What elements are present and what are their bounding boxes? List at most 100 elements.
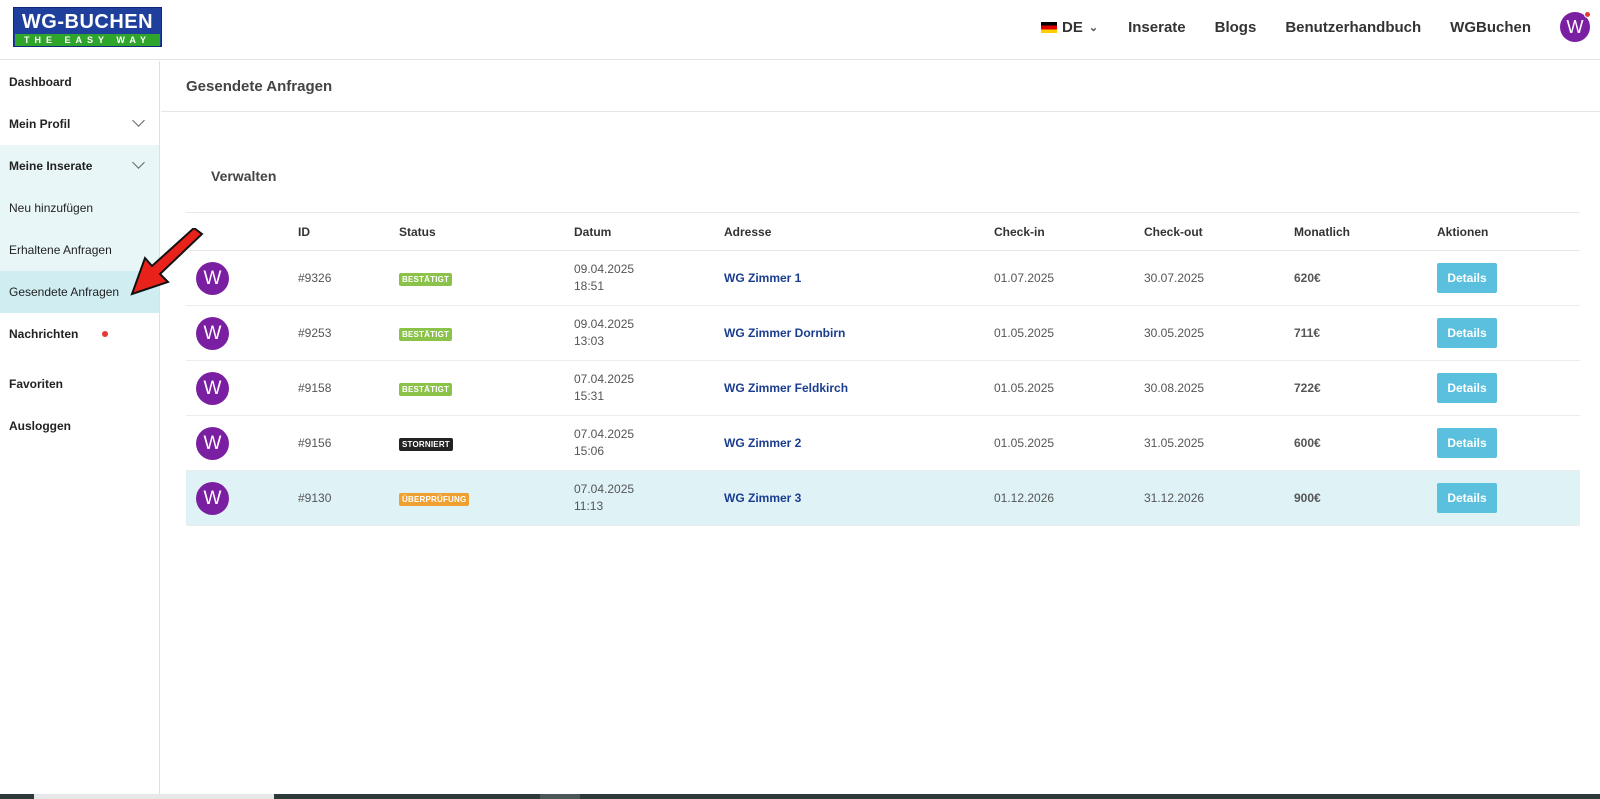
logo-title: WG-BUCHEN bbox=[21, 11, 154, 33]
sidebar-item-ausloggen[interactable]: Ausloggen bbox=[0, 405, 159, 447]
user-avatar[interactable]: W bbox=[1560, 11, 1591, 42]
sidebar-item-label: Favoriten bbox=[9, 377, 64, 391]
time-value: 18:51 bbox=[574, 279, 605, 293]
status-badge: BESTÄTIGT bbox=[399, 272, 453, 286]
logo-tagline: THE EASY WAY bbox=[15, 34, 160, 46]
page-title: Gesendete Anfragen bbox=[186, 78, 333, 95]
cell-avatar: W bbox=[186, 305, 298, 361]
cell-aktionen: Details bbox=[1437, 470, 1580, 526]
cell-checkout: 30.07.2025 bbox=[1144, 250, 1294, 306]
table-row: W #9130 ÜBERPRÜFUNG 07.04.2025 11:13 WG Z… bbox=[186, 470, 1580, 526]
status-badge: ÜBERPRÜFUNG bbox=[399, 492, 470, 506]
time-value: 11:13 bbox=[574, 499, 604, 513]
cell-datum: 09.04.2025 18:51 bbox=[574, 250, 724, 306]
divider bbox=[161, 111, 1600, 112]
cell-adresse: WG Zimmer Feldkirch bbox=[724, 360, 994, 416]
chevron-down-icon bbox=[132, 114, 145, 127]
top-header: WG-BUCHEN THE EASY WAY DE ⌄ Inserate Blo… bbox=[0, 0, 1600, 60]
sidebar-item-meine-inserate[interactable]: Meine Inserate bbox=[0, 145, 159, 187]
cell-monatlich: 900€ bbox=[1294, 470, 1437, 526]
status-badge: BESTÄTIGT bbox=[399, 327, 453, 341]
site-logo[interactable]: WG-BUCHEN THE EASY WAY bbox=[13, 7, 162, 47]
time-value: 15:31 bbox=[574, 389, 605, 403]
details-button[interactable]: Details bbox=[1437, 373, 1497, 403]
sidebar-item-dashboard[interactable]: Dashboard bbox=[0, 61, 159, 103]
avatar: W bbox=[196, 261, 229, 295]
cell-monatlich: 600€ bbox=[1294, 415, 1437, 471]
details-button[interactable]: Details bbox=[1437, 318, 1497, 348]
nav-link-benutzerhandbuch[interactable]: Benutzerhandbuch bbox=[1285, 19, 1421, 36]
column-header-checkin: Check-in bbox=[994, 212, 1144, 251]
cell-status: BESTÄTIGT bbox=[399, 250, 574, 306]
avatar: W bbox=[196, 481, 229, 515]
cell-avatar: W bbox=[186, 470, 298, 526]
avatar: W bbox=[196, 316, 229, 350]
cell-status: STORNIERT bbox=[399, 415, 574, 471]
sidebar-item-label: Gesendete Anfragen bbox=[9, 285, 120, 299]
column-header-aktionen: Aktionen bbox=[1437, 212, 1580, 251]
cell-adresse: WG Zimmer Dornbirn bbox=[724, 305, 994, 361]
scrollbar-segment bbox=[540, 794, 580, 799]
sidebar-item-nachrichten[interactable]: Nachrichten bbox=[0, 313, 159, 355]
cell-checkin: 01.12.2026 bbox=[994, 470, 1144, 526]
nav-link-blogs[interactable]: Blogs bbox=[1215, 19, 1257, 36]
table-row: W #9253 BESTÄTIGT 09.04.2025 13:03 WG Zim… bbox=[186, 305, 1580, 361]
date-value: 09.04.2025 bbox=[574, 262, 635, 276]
nav-link-inserate[interactable]: Inserate bbox=[1128, 19, 1186, 36]
cell-id: #9326 bbox=[298, 250, 399, 306]
cell-checkout: 30.08.2025 bbox=[1144, 360, 1294, 416]
language-label: DE bbox=[1062, 18, 1083, 36]
sidebar-item-favoriten[interactable]: Favoriten bbox=[0, 363, 159, 405]
top-nav: DE ⌄ Inserate Blogs Benutzerhandbuch WGB… bbox=[1041, 0, 1591, 54]
details-button[interactable]: Details bbox=[1437, 428, 1497, 458]
sidebar-item-label: Erhaltene Anfragen bbox=[9, 243, 112, 257]
sidebar-item-label: Neu hinzufügen bbox=[9, 201, 94, 215]
avatar: W bbox=[196, 371, 229, 405]
cell-datum: 09.04.2025 13:03 bbox=[574, 305, 724, 361]
column-header-checkout: Check-out bbox=[1144, 212, 1294, 251]
address-link[interactable]: WG Zimmer Feldkirch bbox=[724, 381, 848, 395]
cell-status: BESTÄTIGT bbox=[399, 305, 574, 361]
details-button[interactable]: Details bbox=[1437, 483, 1497, 513]
details-button[interactable]: Details bbox=[1437, 263, 1497, 293]
column-header-monatlich: Monatlich bbox=[1294, 212, 1437, 251]
sidebar-item-label: Ausloggen bbox=[9, 419, 71, 433]
column-header-avatar bbox=[186, 212, 298, 251]
unread-dot bbox=[102, 331, 108, 337]
cell-monatlich: 711€ bbox=[1294, 305, 1437, 361]
column-header-adresse: Adresse bbox=[724, 212, 994, 251]
cell-checkin: 01.05.2025 bbox=[994, 415, 1144, 471]
language-selector[interactable]: DE ⌄ bbox=[1041, 19, 1098, 36]
section-title: Verwalten bbox=[211, 168, 277, 184]
cell-monatlich: 620€ bbox=[1294, 250, 1437, 306]
chevron-down-icon bbox=[132, 156, 145, 169]
notification-dot bbox=[1584, 11, 1591, 18]
sidebar: Dashboard Mein Profil Meine Inserate Neu… bbox=[0, 61, 160, 794]
date-value: 09.04.2025 bbox=[574, 317, 635, 331]
scrollbar-thumb[interactable] bbox=[34, 794, 274, 799]
chevron-down-icon: ⌄ bbox=[1088, 21, 1099, 34]
address-link[interactable]: WG Zimmer 3 bbox=[724, 491, 801, 505]
sidebar-item-neu-hinzufuegen[interactable]: Neu hinzufügen bbox=[0, 187, 159, 229]
status-badge: BESTÄTIGT bbox=[399, 382, 453, 396]
table-row: W #9158 BESTÄTIGT 07.04.2025 15:31 WG Zim… bbox=[186, 360, 1580, 416]
cell-adresse: WG Zimmer 1 bbox=[724, 250, 994, 306]
table-row: W #9326 BESTÄTIGT 09.04.2025 18:51 WG Zim… bbox=[186, 250, 1580, 306]
cell-status: ÜBERPRÜFUNG bbox=[399, 470, 574, 526]
sidebar-item-mein-profil[interactable]: Mein Profil bbox=[0, 103, 159, 145]
date-value: 07.04.2025 bbox=[574, 427, 635, 441]
cell-checkin: 01.05.2025 bbox=[994, 305, 1144, 361]
cell-aktionen: Details bbox=[1437, 360, 1580, 416]
cell-checkout: 30.05.2025 bbox=[1144, 305, 1294, 361]
nav-link-wgbuchen[interactable]: WGBuchen bbox=[1450, 19, 1531, 36]
time-value: 15:06 bbox=[574, 444, 605, 458]
cell-checkout: 31.12.2026 bbox=[1144, 470, 1294, 526]
address-link[interactable]: WG Zimmer Dornbirn bbox=[724, 326, 845, 340]
cell-avatar: W bbox=[186, 415, 298, 471]
cell-id: #9158 bbox=[298, 360, 399, 416]
cell-checkin: 01.05.2025 bbox=[994, 360, 1144, 416]
cell-checkin: 01.07.2025 bbox=[994, 250, 1144, 306]
address-link[interactable]: WG Zimmer 1 bbox=[724, 271, 801, 285]
bottom-scrollbar bbox=[0, 794, 1600, 799]
address-link[interactable]: WG Zimmer 2 bbox=[724, 436, 801, 450]
